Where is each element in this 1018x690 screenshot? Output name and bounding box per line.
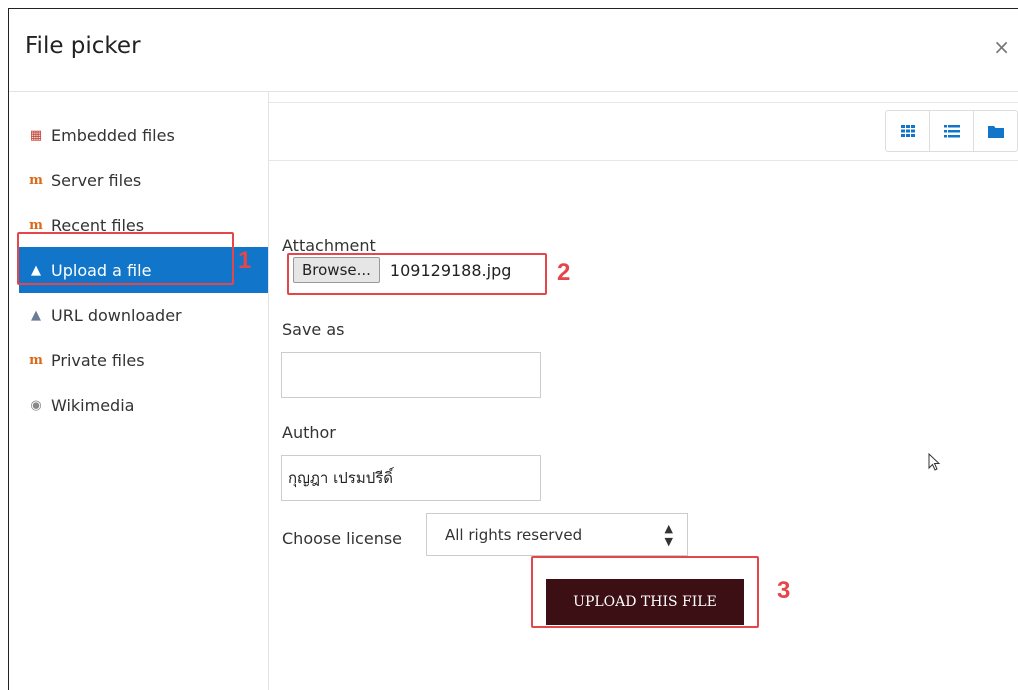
pdf-icon: ▦ [29,127,43,143]
callout-box-browse [287,253,547,295]
moodle-icon: m [29,172,43,188]
sidebar-item-server-files[interactable]: m Server files [19,157,268,203]
sidebar-item-wikimedia[interactable]: ◉ Wikimedia [19,382,268,428]
mouse-cursor-icon [928,453,941,471]
callout-box-upload-button [531,556,759,628]
sidebar-item-label: Wikimedia [51,395,135,415]
callout-number-3: 3 [777,577,791,604]
author-label: Author [282,423,336,442]
sidebar-item-label: Embedded files [51,125,175,145]
license-select[interactable]: All rights reserved ▲ ▼ [426,513,688,556]
dialog-title: File picker [25,33,141,59]
callout-box-upload-a-file [17,232,234,285]
repository-sidebar: ▦ Embedded files m Server files m Recent… [9,92,268,690]
grid-view-icon[interactable] [886,111,930,151]
sidebar-item-private-files[interactable]: m Private files [19,337,268,383]
save-as-label: Save as [282,320,345,339]
sidebar-item-label: URL downloader [51,305,182,325]
wikimedia-icon: ◉ [30,397,42,413]
close-icon[interactable]: × [993,35,1010,59]
license-selected-value: All rights reserved [445,525,583,544]
view-toolbar [269,102,1018,161]
sidebar-item-url-downloader[interactable]: ▲ URL downloader [19,292,268,338]
dialog-header: File picker × [9,9,1018,92]
save-as-input[interactable] [281,352,541,398]
folder-view-icon[interactable] [974,111,1017,151]
sidebar-item-label: Private files [51,350,145,370]
moodle-icon: m [29,352,43,368]
sidebar-item-embedded-files[interactable]: ▦ Embedded files [19,112,268,158]
license-label: Choose license [282,529,403,548]
file-picker-dialog: File picker × ▦ Embedded files m Server … [8,8,1018,690]
view-buttons [885,110,1018,152]
moodle-icon: m [29,217,43,233]
sidebar-item-label: Server files [51,170,142,190]
author-input[interactable]: กุญฎา เปรมปรีดิ์ [281,455,541,501]
sort-caret-icon: ▲ ▼ [664,521,673,548]
upload-icon: ▲ [31,307,41,323]
list-view-icon[interactable] [930,111,974,151]
callout-number-1: 1 [238,247,252,274]
callout-number-2: 2 [557,259,571,286]
